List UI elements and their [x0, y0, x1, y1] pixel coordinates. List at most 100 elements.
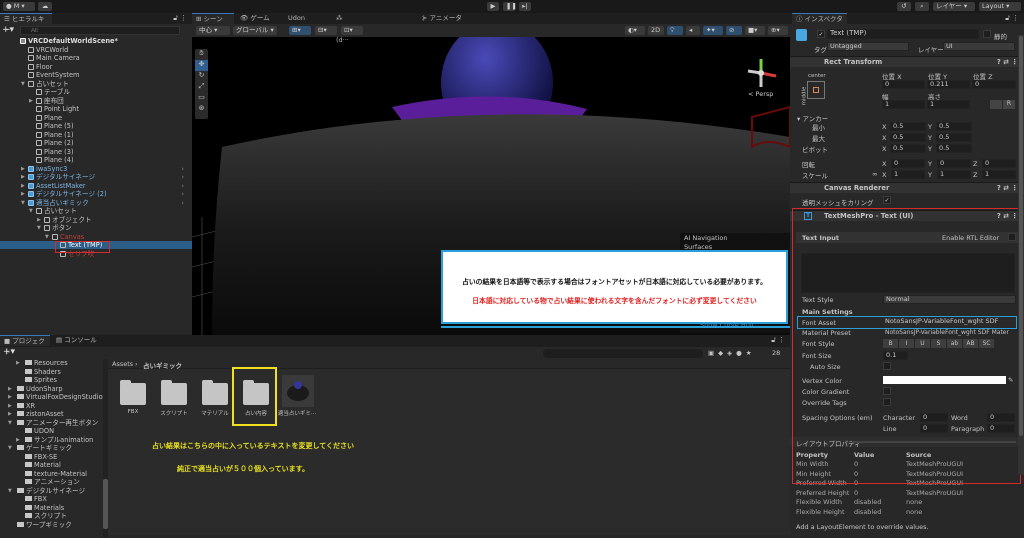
scale-x-field[interactable]: 1	[891, 170, 925, 179]
expand-arrow-icon[interactable]: ▼	[21, 199, 25, 207]
rect-tool[interactable]: ▭	[195, 93, 208, 104]
hierarchy-item[interactable]: ▶ 座布団	[0, 97, 192, 105]
expand-arrow-icon[interactable]: ▶	[8, 402, 12, 410]
hierarchy-item[interactable]: ▼ 占いセット	[0, 207, 192, 215]
pos-z-field[interactable]: 0	[972, 80, 1016, 89]
component-menu-icon[interactable]: ? ⇄ ⋮	[997, 183, 1018, 194]
transform-tool[interactable]: ⊛	[195, 104, 208, 115]
pos-y-field[interactable]: 0.211	[927, 80, 970, 89]
hierarchy-search-input[interactable]	[20, 26, 180, 35]
height-field[interactable]: 1	[927, 100, 970, 109]
scale-z-field[interactable]: 1	[982, 170, 1016, 179]
hierarchy-item[interactable]: Main Camera	[0, 54, 192, 62]
project-folder[interactable]: ▶ UdonSharp	[0, 385, 104, 393]
lock-icon[interactable]: 🔓︎ ⋮	[173, 14, 187, 23]
hierarchy-item[interactable]: VRCDefaultWorldScene*	[0, 37, 192, 45]
account-dropdown[interactable]: ● M ▾	[3, 2, 35, 11]
project-folder[interactable]: UDON	[0, 427, 104, 435]
hierarchy-item[interactable]: ▼ 占いセット	[0, 80, 192, 88]
play-button[interactable]: ▶	[487, 2, 499, 11]
project-folder[interactable]: Materials	[0, 504, 104, 512]
lighting-toggle[interactable]: 💡︎	[667, 26, 683, 35]
project-folder[interactable]: Shaders	[0, 368, 104, 376]
project-folder[interactable]: スクリプト	[0, 512, 104, 520]
active-checkbox[interactable]: ✓	[817, 30, 825, 38]
hierarchy-item[interactable]: Plane (2)	[0, 139, 192, 147]
hierarchy-item[interactable]: ▶ オブジェクト	[0, 216, 192, 224]
hierarchy-item[interactable]: ▶ AssetListMaker ›	[0, 182, 192, 190]
hierarchy-item[interactable]: ▶ iwaSync3 ›	[0, 165, 192, 173]
filter-icons[interactable]: ▣◆◈●★	[708, 349, 756, 357]
layout-dropdown[interactable]: Layout ▾	[979, 2, 1021, 11]
hierarchy-item[interactable]: テーブル	[0, 88, 192, 96]
pivot-dropdown[interactable]: 中心 ▾	[196, 26, 230, 35]
scale-y-field[interactable]: 1	[937, 170, 971, 179]
width-field[interactable]: 1	[882, 100, 925, 109]
component-menu-icon[interactable]: ? ⇄ ⋮	[997, 57, 1018, 68]
folder-icon[interactable]	[161, 380, 187, 405]
object-name-field[interactable]: Text (TMP)	[827, 29, 979, 39]
hierarchy-item[interactable]: Point Light	[0, 105, 192, 113]
project-folder[interactable]: ▶ zistonAsset	[0, 410, 104, 418]
project-folder[interactable]: FBX-SE	[0, 453, 104, 461]
open-prefab-icon[interactable]: ›	[181, 173, 184, 181]
rot-x-field[interactable]: 0	[891, 159, 925, 168]
static-checkbox[interactable]	[983, 30, 991, 38]
pivot-y-field[interactable]: 0.5	[936, 144, 972, 153]
scene-tab[interactable]: ⊱ アニメーター	[418, 13, 468, 33]
breadcrumb-current[interactable]: 占いギミック	[143, 360, 182, 370]
layers-dropdown[interactable]: レイヤー ▾	[933, 2, 975, 11]
project-folder[interactable]: Material	[0, 461, 104, 469]
open-prefab-icon[interactable]: ›	[181, 190, 184, 198]
expand-arrow-icon[interactable]: ▶	[37, 216, 41, 224]
scale-tool[interactable]: ⤢	[195, 82, 208, 93]
expand-arrow-icon[interactable]: ▶	[21, 165, 25, 173]
scene-tab[interactable]: ⁂ AudioVisualizerShader (d···	[332, 13, 416, 44]
step-button[interactable]: ▸|	[519, 2, 531, 11]
project-folder[interactable]: Sprites	[0, 376, 104, 384]
layer-dropdown[interactable]: UI	[943, 42, 1015, 51]
project-folder[interactable]: ▶ Resources	[0, 359, 104, 367]
scene-tab[interactable]: 👁︎ ゲーム	[236, 13, 282, 24]
rect-transform-header[interactable]: Rect Transform ? ⇄ ⋮	[790, 56, 1024, 67]
expand-arrow-icon[interactable]: ▼	[21, 80, 25, 88]
effects-dropdown[interactable]: ✦▾	[703, 26, 723, 35]
camera-dropdown[interactable]: ■▾	[745, 26, 765, 35]
prefab-thumbnail[interactable]	[282, 375, 314, 407]
rotate-tool[interactable]: ↻	[195, 71, 208, 82]
open-prefab-icon[interactable]: ›	[181, 199, 184, 207]
project-search-input[interactable]	[543, 349, 703, 358]
pos-x-field[interactable]: 0	[882, 80, 925, 89]
project-folder[interactable]: ▶ XR	[0, 402, 104, 410]
hierarchy-item[interactable]: EventSystem	[0, 71, 192, 79]
shading-dropdown[interactable]: ◐▾	[625, 26, 645, 35]
expand-arrow-icon[interactable]: ▶	[8, 393, 12, 401]
hierarchy-item[interactable]: Plane (1)	[0, 131, 192, 139]
create-button[interactable]: +▾	[3, 347, 15, 357]
cull-checkbox[interactable]: ✓	[883, 196, 891, 204]
expand-arrow-icon[interactable]: ▼	[29, 207, 33, 215]
hierarchy-item[interactable]: Plane	[0, 114, 192, 122]
add-button[interactable]: +▾	[2, 25, 14, 35]
min-y-field[interactable]: 0.5	[936, 122, 972, 131]
hand-tool[interactable]: ✋︎	[195, 49, 208, 60]
rot-y-field[interactable]: 0	[937, 159, 971, 168]
expand-arrow-icon[interactable]: ▼	[8, 487, 12, 495]
history-icon[interactable]: ↺	[897, 2, 911, 11]
expand-arrow-icon[interactable]: ▶	[29, 97, 33, 105]
hierarchy-item[interactable]: Plane (3)	[0, 148, 192, 156]
project-folder[interactable]: ▶ VirtualFoxDesignStudio	[0, 393, 104, 401]
asset-label[interactable]: FBX	[110, 409, 156, 415]
orientation-gizmo[interactable]	[742, 57, 780, 89]
search-icon[interactable]: ⌕	[915, 2, 929, 11]
hierarchy-item[interactable]: Plane (5)	[0, 122, 192, 130]
breadcrumb-root[interactable]: Assets	[112, 360, 133, 368]
hierarchy-item[interactable]: VRCWorld	[0, 46, 192, 54]
anchor-preset-button[interactable]	[807, 81, 825, 99]
hierarchy-item[interactable]: ▼ ボタン	[0, 224, 192, 232]
pivot-x-field[interactable]: 0.5	[890, 144, 926, 153]
hidden-count[interactable]: 28	[772, 349, 780, 357]
open-prefab-icon[interactable]: ›	[181, 165, 184, 173]
expand-arrow-icon[interactable]: ▶	[8, 410, 12, 418]
min-x-field[interactable]: 0.5	[890, 122, 926, 131]
